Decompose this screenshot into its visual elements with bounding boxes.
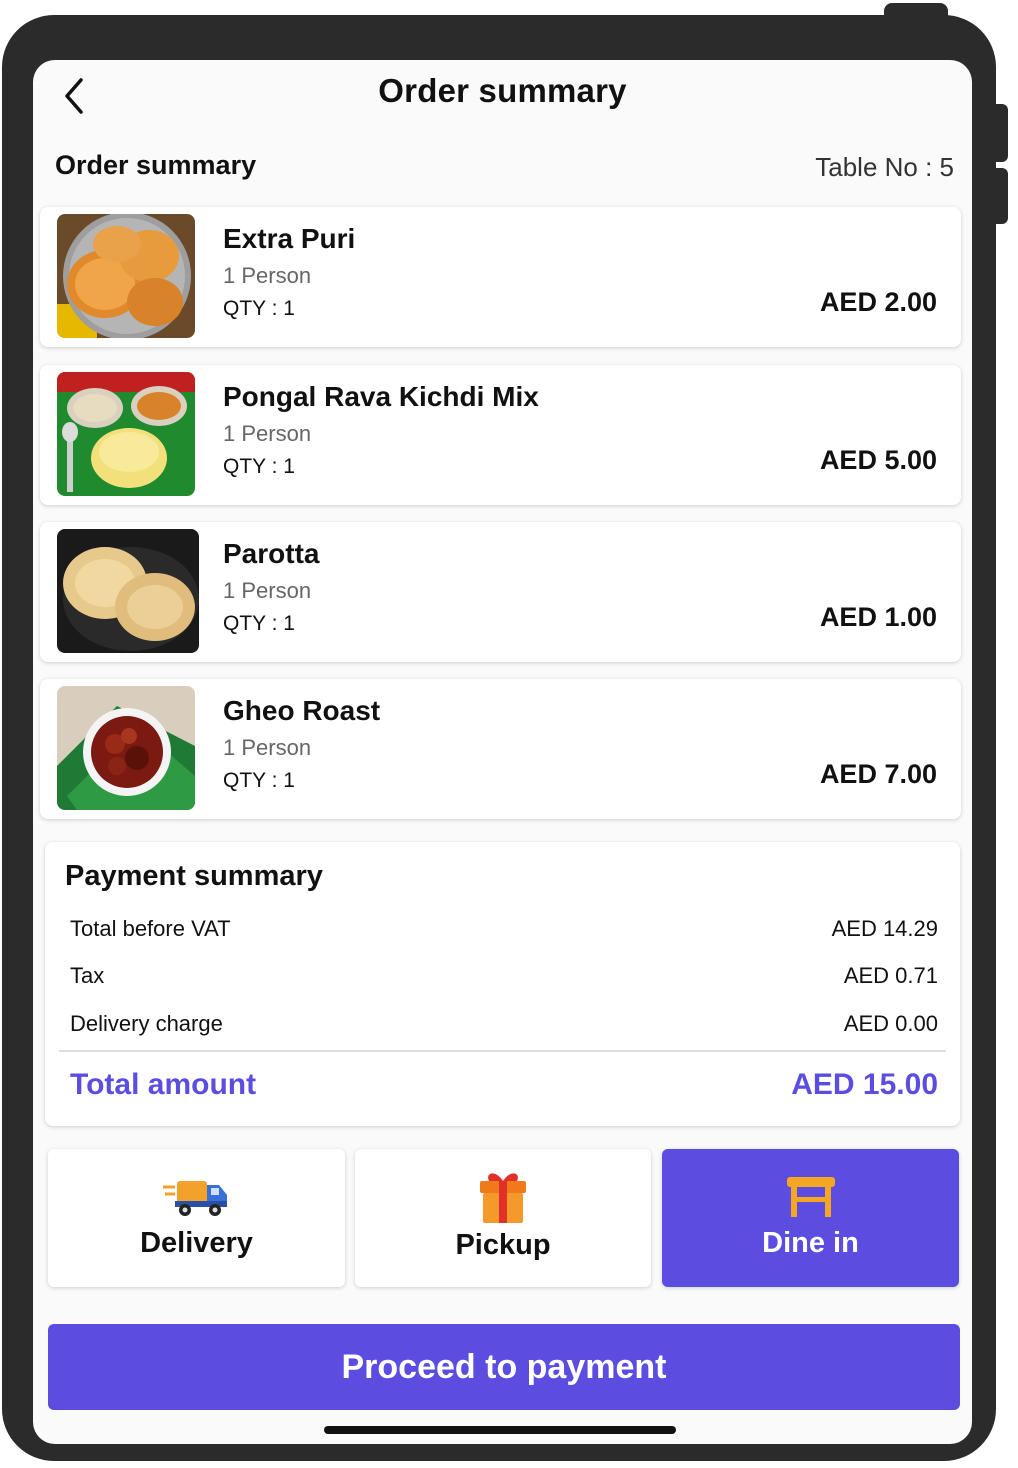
divider [59, 1050, 946, 1052]
total-amount-label: Total amount [70, 1068, 257, 1101]
payment-row-value: AED 14.29 [831, 916, 938, 941]
item-person: 1 Person [223, 421, 312, 446]
dine-in-button[interactable]: Dine in [662, 1149, 959, 1287]
item-name: Gheo Roast [223, 695, 381, 726]
payment-row-label: Total before VAT [70, 916, 231, 941]
item-price: AED 7.00 [819, 759, 937, 789]
payment-row-total-before-vat: Total before VAT AED 14.29 [70, 916, 938, 944]
delivery-button[interactable]: Delivery [48, 1149, 345, 1287]
order-item: Gheo Roast 1 Person QTY : 1 AED 7.00 [40, 679, 961, 819]
payment-row-label: Delivery charge [70, 1011, 223, 1036]
item-name: Extra Puri [223, 223, 356, 254]
device-volume-up-button [994, 104, 1008, 162]
table-icon [785, 1175, 837, 1224]
dine-in-label: Dine in [762, 1227, 859, 1259]
proceed-to-payment-button[interactable]: Proceed to payment [48, 1324, 960, 1410]
pongal-image [57, 372, 195, 496]
payment-row-value: AED 0.00 [843, 1011, 938, 1036]
order-item: Parotta 1 Person QTY : 1 AED 1.00 [40, 522, 961, 662]
table-number: Table No : 5 [815, 152, 954, 182]
item-quantity: QTY : 1 [223, 769, 295, 792]
item-price: AED 1.00 [819, 602, 937, 632]
item-person: 1 Person [223, 735, 312, 760]
payment-row-tax: Tax AED 0.71 [70, 963, 938, 991]
gheo-roast-image [57, 686, 195, 810]
payment-row-label: Tax [70, 963, 105, 988]
item-person: 1 Person [223, 263, 312, 288]
delivery-truck-icon [162, 1175, 231, 1224]
order-item: Extra Puri 1 Person QTY : 1 AED 2.00 [40, 207, 961, 347]
payment-summary-title: Payment summary [65, 860, 323, 892]
gift-box-icon [477, 1169, 529, 1230]
tablet-frame: Order summary Order summary Table No : 5… [2, 15, 996, 1461]
device-volume-down-button [994, 168, 1008, 224]
payment-row-delivery-charge: Delivery charge AED 0.00 [70, 1011, 938, 1039]
item-price: AED 5.00 [819, 445, 937, 475]
item-name: Parotta [223, 538, 320, 569]
total-amount-value: AED 15.00 [791, 1068, 938, 1101]
item-quantity: QTY : 1 [223, 612, 295, 635]
payment-summary-card: Payment summary Total before VAT AED 14.… [45, 842, 960, 1126]
page-title: Order summary [378, 72, 627, 109]
delivery-label: Delivery [140, 1227, 253, 1259]
order-section-title: Order summary [55, 150, 257, 180]
pickup-button[interactable]: Pickup [355, 1149, 651, 1287]
item-person: 1 Person [223, 578, 312, 603]
pickup-label: Pickup [455, 1229, 551, 1261]
item-name: Pongal Rava Kichdi Mix [223, 381, 539, 412]
screen: Order summary Order summary Table No : 5… [33, 60, 972, 1444]
item-quantity: QTY : 1 [223, 455, 295, 478]
extra-puri-image [57, 214, 195, 338]
parotta-image [57, 529, 199, 653]
payment-row-value: AED 0.71 [843, 963, 938, 988]
item-price: AED 2.00 [819, 287, 937, 317]
home-indicator [324, 1426, 676, 1434]
order-item: Pongal Rava Kichdi Mix 1 Person QTY : 1 … [40, 365, 961, 505]
item-quantity: QTY : 1 [223, 297, 295, 320]
